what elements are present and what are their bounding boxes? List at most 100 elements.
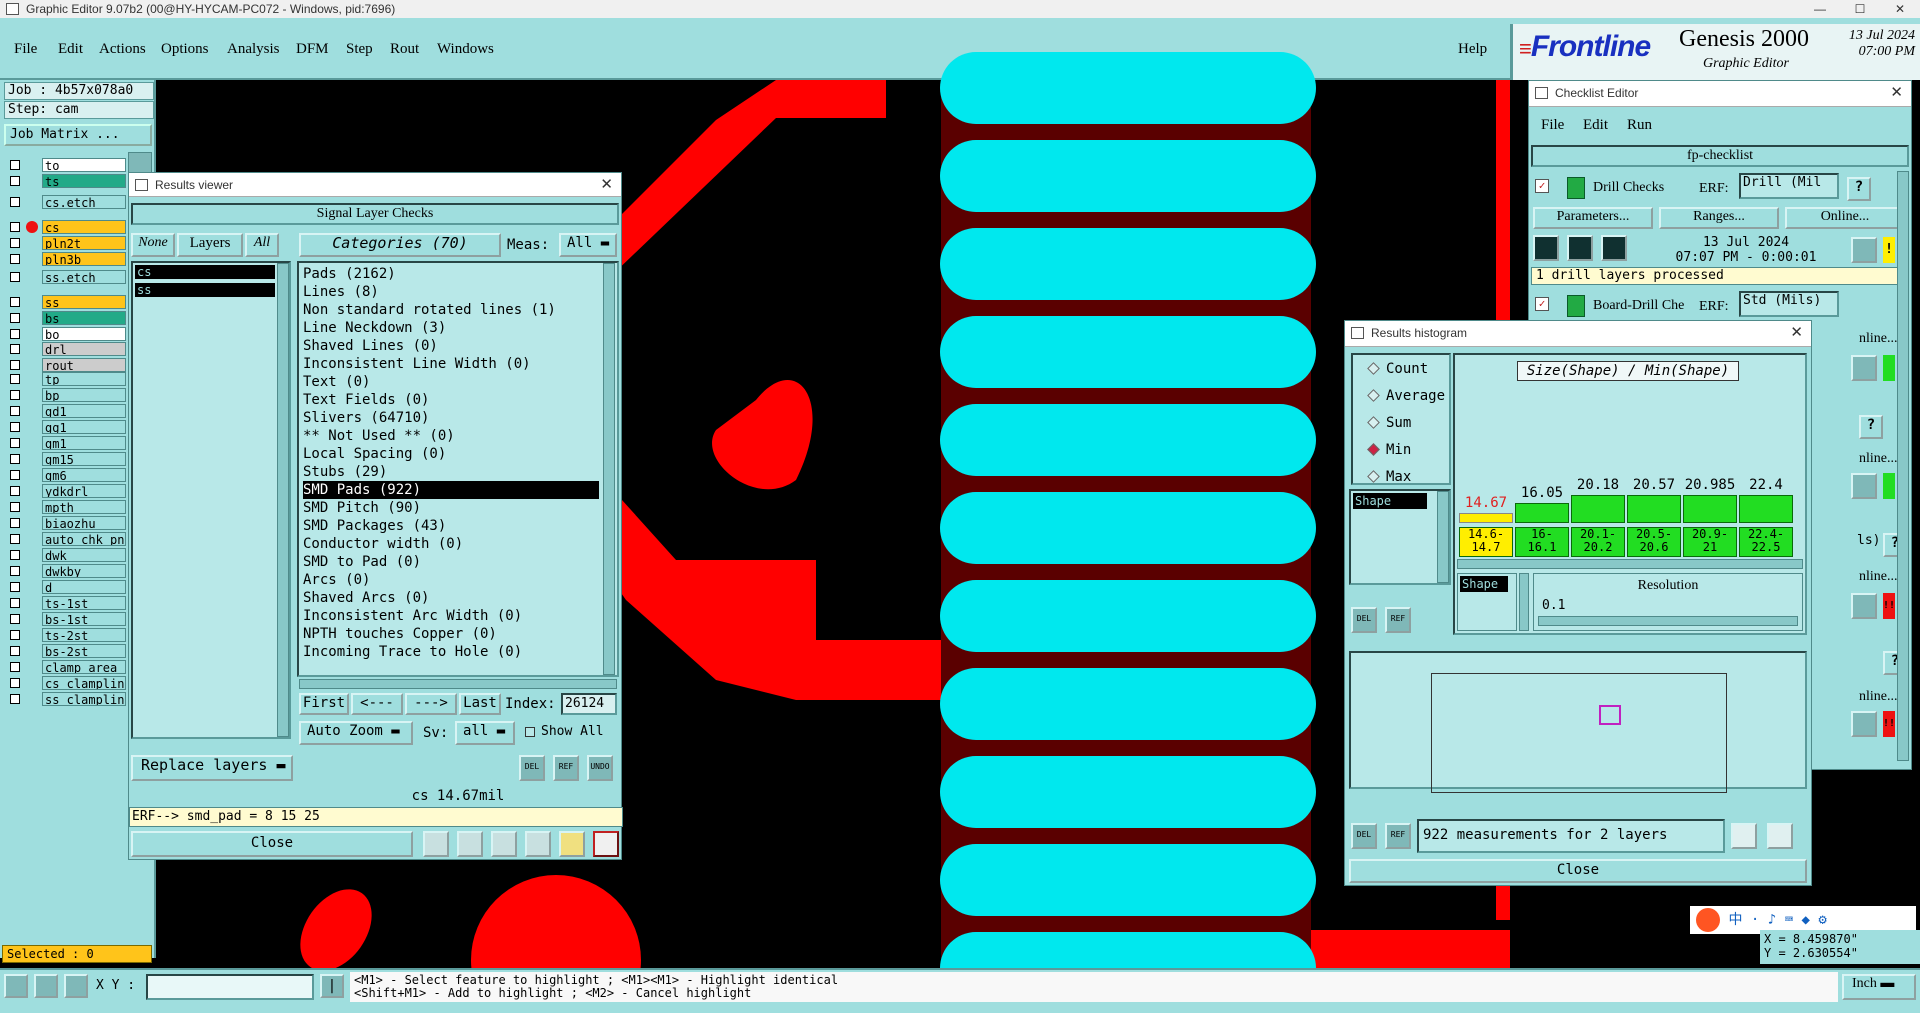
next-button[interactable]: ---> <box>405 693 457 715</box>
online-button-4[interactable]: nline... <box>1859 569 1898 585</box>
checklist-menu-edit[interactable]: Edit <box>1583 117 1608 134</box>
checklist-menu-run[interactable]: Run <box>1627 117 1652 134</box>
layer-row-cs.etch[interactable]: cs.etch <box>6 195 126 209</box>
layer-row-bo[interactable]: bo <box>6 327 126 341</box>
layer-row-pln2t[interactable]: pln2t <box>6 236 126 250</box>
category-item[interactable]: Text Fields (0) <box>303 391 429 409</box>
pipe-icon[interactable]: | <box>320 974 344 998</box>
export-icon[interactable] <box>1731 823 1757 849</box>
category-item[interactable]: Text (0) <box>303 373 370 391</box>
layer-row-ts[interactable]: ts <box>6 174 126 188</box>
category-item[interactable]: Local Spacing (0) <box>303 445 446 463</box>
drill-checks-checkbox[interactable]: ✓ <box>1535 179 1549 193</box>
layer-checkbox[interactable] <box>10 238 20 248</box>
layer-row-auto_chk_pn[interactable]: auto_chk_pn <box>6 532 126 546</box>
layer-name[interactable]: cs <box>42 220 126 234</box>
categories-scrollbar[interactable] <box>603 263 615 675</box>
layer-name[interactable]: gm15 <box>42 452 126 466</box>
close-button[interactable]: Close <box>131 831 413 857</box>
layer-row-gd1[interactable]: gd1 <box>6 404 126 418</box>
layer-row-gm1[interactable]: gm1 <box>6 436 126 450</box>
layer-checkbox[interactable] <box>10 254 20 264</box>
layer-name[interactable]: rout <box>42 358 126 372</box>
layer-name[interactable]: dwk <box>42 548 126 562</box>
mode-sum-radio[interactable]: Sum <box>1367 415 1411 431</box>
close-icon[interactable]: ✕ <box>600 173 613 197</box>
layer-name[interactable]: bs <box>42 311 126 325</box>
layer-row-cs_clampline[interactable]: cs_clampline <box>6 676 126 690</box>
layer-row-ts-2st[interactable]: ts-2st <box>6 628 126 642</box>
layer-checkbox[interactable] <box>10 272 20 282</box>
menu-dfm[interactable]: DFM <box>296 41 329 58</box>
auto-zoom-select[interactable]: Auto Zoom ▬ <box>299 721 413 745</box>
layer-checkbox[interactable] <box>10 222 20 232</box>
online-button-5[interactable]: nline... <box>1859 689 1898 705</box>
layer-checkbox[interactable] <box>10 630 20 640</box>
layer-row-d[interactable]: d <box>6 580 126 594</box>
show-all-checkbox[interactable] <box>525 727 535 737</box>
ref-icon[interactable]: REF <box>553 755 579 781</box>
category-item[interactable]: Lines (8) <box>303 283 379 301</box>
layer-checkbox[interactable] <box>10 470 20 480</box>
close-icon[interactable]: ✕ <box>1890 81 1903 105</box>
menu-actions[interactable]: Actions <box>99 41 146 58</box>
layer-row-bp[interactable]: bp <box>6 388 126 402</box>
list-icon[interactable] <box>559 831 585 857</box>
ref-icon[interactable]: REF <box>1385 607 1411 633</box>
layer-name[interactable]: ts-2st <box>42 628 126 642</box>
xy-input[interactable] <box>146 974 314 1000</box>
sv-select[interactable]: all ▬ <box>455 721 515 745</box>
replace-layers-select[interactable]: Replace layers ▬ <box>131 755 293 781</box>
layer-checkbox[interactable] <box>10 197 20 207</box>
layer-name[interactable]: ts <box>42 174 126 188</box>
number-icon[interactable] <box>525 831 551 857</box>
shape-scrollbar[interactable] <box>1437 491 1449 583</box>
zoom-icon-4[interactable] <box>1851 593 1877 619</box>
layer-name[interactable]: gm6 <box>42 468 126 482</box>
layer-name[interactable]: bp <box>42 388 126 402</box>
layer-checkbox[interactable] <box>10 486 20 496</box>
board-drill-label[interactable]: Board-Drill Che <box>1593 298 1684 314</box>
layer-row-drl[interactable]: drl <box>6 342 126 356</box>
ime-lang[interactable]: 中 <box>1728 912 1742 928</box>
layers-button[interactable]: Layers <box>177 233 243 257</box>
category-item[interactable]: SMD to Pad (0) <box>303 553 421 571</box>
layer-name[interactable]: gd1 <box>42 404 126 418</box>
layer-row-gm15[interactable]: gm15 <box>6 452 126 466</box>
layer-item-cs[interactable]: cs <box>135 265 275 279</box>
histogram-bar[interactable] <box>1571 495 1625 523</box>
category-item[interactable]: Conductor width (0) <box>303 535 463 553</box>
category-item[interactable]: Non standard rotated lines (1) <box>303 301 556 319</box>
layer-name[interactable]: to <box>42 158 126 172</box>
drill-checks-label[interactable]: Drill Checks <box>1593 180 1664 196</box>
undo-icon[interactable]: UNDO <box>587 755 613 781</box>
del-icon-2[interactable]: DEL <box>1351 823 1377 849</box>
category-item[interactable]: Pads (2162) <box>303 265 396 283</box>
layer-checkbox[interactable] <box>10 344 20 354</box>
histogram-bar[interactable] <box>1683 495 1737 523</box>
layer-checkbox[interactable] <box>10 297 20 307</box>
layer-checkbox[interactable] <box>10 422 20 432</box>
run-step-icon[interactable] <box>1567 235 1593 261</box>
layer-row-cs[interactable]: cs <box>6 220 126 234</box>
layer-name[interactable]: pln2t <box>42 236 126 250</box>
meas-select[interactable]: All ▬ <box>559 233 617 257</box>
mode-min-radio[interactable]: Min <box>1367 442 1411 458</box>
menu-windows[interactable]: Windows <box>437 41 494 58</box>
run-icon[interactable] <box>1533 235 1559 261</box>
layer-row-ss[interactable]: ss <box>6 295 126 309</box>
histogram-hscrollbar[interactable] <box>1457 559 1803 569</box>
layer-checkbox[interactable] <box>10 329 20 339</box>
layer-row-gg1[interactable]: gg1 <box>6 420 126 434</box>
zoom-icon-2[interactable] <box>1851 355 1877 381</box>
category-item[interactable]: Slivers (64710) <box>303 409 429 427</box>
resolution-slider[interactable] <box>1538 616 1798 626</box>
layer-row-pln3b[interactable]: pln3b <box>6 252 126 266</box>
histogram-bar[interactable] <box>1739 495 1793 523</box>
layer-checkbox[interactable] <box>10 390 20 400</box>
layer-checkbox[interactable] <box>10 646 20 656</box>
close-window-button[interactable]: ✕ <box>1880 0 1920 18</box>
layer-item-ss[interactable]: ss <box>135 283 275 297</box>
none-button[interactable]: None <box>131 233 175 257</box>
layer-name[interactable]: drl <box>42 342 126 356</box>
